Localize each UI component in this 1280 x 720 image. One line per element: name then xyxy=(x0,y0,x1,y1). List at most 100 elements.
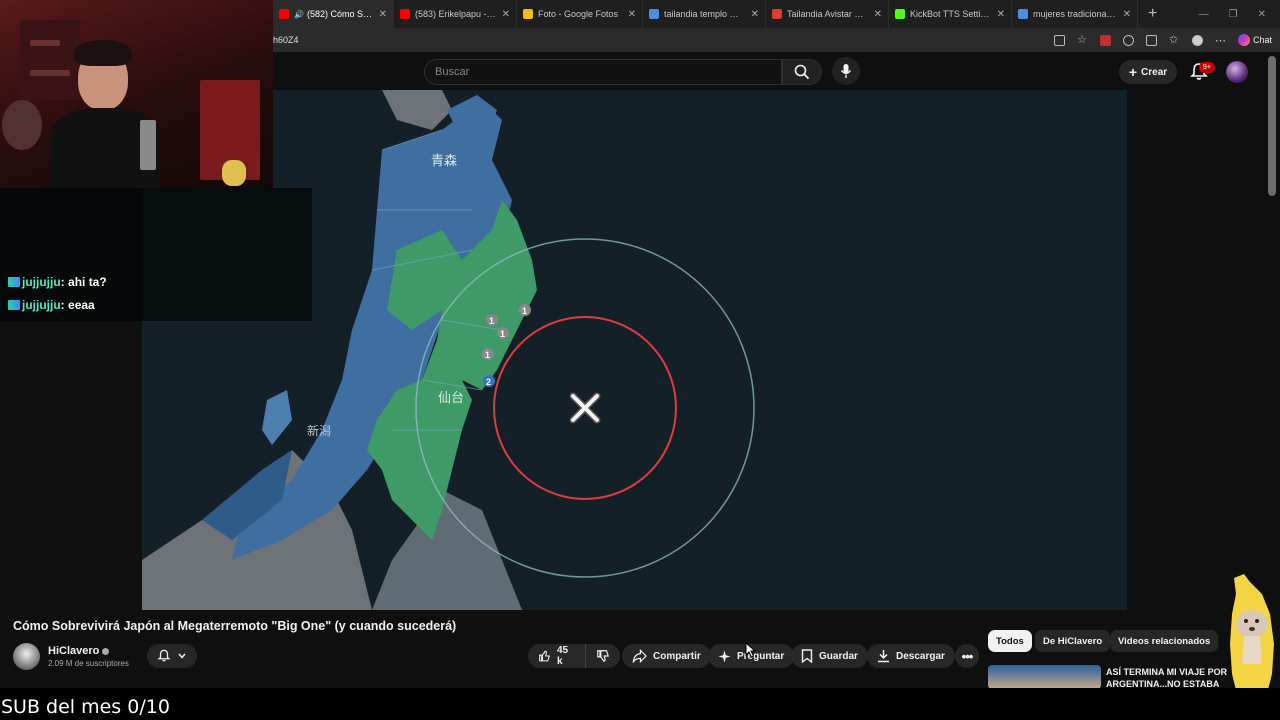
voice-search-button[interactable] xyxy=(832,57,860,85)
chat-username: jujjujju xyxy=(22,275,61,289)
tab-favicon-icon xyxy=(279,9,289,19)
tab-audio-icon[interactable]: 🔊 xyxy=(294,10,304,19)
minimize-icon[interactable]: — xyxy=(1199,9,1209,20)
thumbs-down-icon xyxy=(597,650,610,663)
chip-related[interactable]: Videos relacionados xyxy=(1110,630,1219,652)
url-text[interactable]: h60Z4 xyxy=(273,35,299,45)
notification-count-badge: 9+ xyxy=(1199,62,1215,73)
tab-close-icon[interactable]: ✕ xyxy=(751,9,759,20)
tab-favicon-icon xyxy=(649,9,659,19)
puzzle-icon[interactable] xyxy=(1145,34,1157,46)
address-bar[interactable]: h60Z4 ☆ ✩ ⋯ Chat xyxy=(273,28,1280,52)
chat-badge-icon xyxy=(8,277,20,287)
browser-tab[interactable]: KickBot TTS Settings ✕ xyxy=(889,0,1012,28)
tab-close-icon[interactable]: ✕ xyxy=(502,9,510,20)
thumbs-up-icon xyxy=(539,650,551,662)
refresh-extension-icon[interactable] xyxy=(1122,34,1134,46)
browser-tab[interactable]: tailandia templo monos ✕ xyxy=(643,0,766,28)
tab-title: Foto - Google Fotos xyxy=(538,9,619,19)
chevron-down-icon xyxy=(178,653,186,659)
tab-close-icon[interactable]: ✕ xyxy=(874,9,882,20)
screen: 青森 仙台 新潟 1 1 1 1 2 + — ❐ ✕ 🔊 (582) Cómo … xyxy=(0,0,1280,720)
like-count: 45 k xyxy=(556,645,569,667)
player-side-area xyxy=(1127,90,1270,610)
profile-icon[interactable] xyxy=(1191,34,1203,46)
bell-icon xyxy=(157,649,171,662)
tab-close-icon[interactable]: ✕ xyxy=(1123,9,1131,20)
stream-chat-overlay: jujjujju : ahi ta? jujjujju : eeaa xyxy=(0,188,312,321)
subscriber-count: 2.09 M de suscriptores xyxy=(48,659,129,668)
chip-all[interactable]: Todos xyxy=(988,630,1032,652)
recommended-thumbnail[interactable] xyxy=(988,665,1101,689)
bookmark-icon xyxy=(801,649,813,663)
like-button[interactable]: 45 k xyxy=(528,644,586,668)
create-label: Crear xyxy=(1141,66,1168,78)
extension-icon[interactable] xyxy=(1099,34,1111,46)
chat-badge-icon xyxy=(8,300,20,310)
tab-favicon-icon xyxy=(895,9,905,19)
plus-icon: + xyxy=(1128,64,1138,80)
menu-dots-icon[interactable]: ⋯ xyxy=(1215,34,1226,47)
chat-message: jujjujju : ahi ta? xyxy=(8,275,107,289)
share-button[interactable]: Compartir xyxy=(622,644,711,668)
svg-text:1: 1 xyxy=(500,329,505,339)
video-player[interactable]: 青森 仙台 新潟 1 1 1 1 2 xyxy=(142,90,1127,610)
tab-title: (583) Erikelpapu - YouTu xyxy=(415,9,496,19)
streamer-webcam xyxy=(0,0,273,188)
chat-text: eeaa xyxy=(68,298,95,312)
toolbar-icons: ☆ ✩ ⋯ Chat xyxy=(1053,34,1280,47)
svg-text:1: 1 xyxy=(522,306,527,316)
search-button[interactable] xyxy=(782,59,822,85)
tab-favicon-icon xyxy=(400,9,410,19)
tab-close-icon[interactable]: ✕ xyxy=(379,9,387,20)
subscription-bell-button[interactable] xyxy=(147,644,197,668)
download-button[interactable]: Descargar xyxy=(867,644,955,668)
video-title: Cómo Sobrevivirá Japón al Megaterremoto … xyxy=(13,619,457,633)
chat-username: jujjujju xyxy=(22,298,61,312)
channel-name-text[interactable]: HiClavero xyxy=(48,645,99,657)
browser-tab[interactable]: mujeres tradicionales d ✕ xyxy=(1012,0,1138,28)
tab-title: mujeres tradicionales d xyxy=(1033,9,1117,19)
browser-tab-strip: + — ❐ ✕ 🔊(582) Cómo Sobrevi✕(583) Erikel… xyxy=(273,0,1280,28)
recommended-title[interactable]: ASÍ TERMINA MI VIAJE POR ARGENTINA...NO … xyxy=(1106,666,1236,690)
save-button[interactable]: Guardar xyxy=(791,644,868,668)
sub-goal-text: SUB del mes 0/10 xyxy=(1,696,170,718)
svg-text:2: 2 xyxy=(486,377,491,387)
svg-text:1: 1 xyxy=(489,316,494,326)
tab-title: Tailandia Avistar delfines xyxy=(787,9,868,19)
dislike-button[interactable] xyxy=(586,644,620,668)
tab-favicon-icon xyxy=(772,9,782,19)
tab-title: tailandia templo monos xyxy=(664,9,745,19)
search-icon xyxy=(794,64,810,80)
create-button[interactable]: + Crear xyxy=(1119,60,1177,84)
search-input[interactable]: Buscar xyxy=(424,59,782,85)
chip-from-channel[interactable]: De HiClavero xyxy=(1035,630,1111,652)
verified-icon xyxy=(102,647,110,655)
search-placeholder: Buscar xyxy=(435,66,470,78)
tab-close-icon[interactable]: ✕ xyxy=(997,9,1005,20)
install-app-icon[interactable] xyxy=(1053,34,1065,46)
banana-cat-sticker xyxy=(1230,574,1274,698)
download-label: Descargar xyxy=(896,650,945,662)
restore-icon[interactable]: ❐ xyxy=(1229,9,1238,20)
tab-close-icon[interactable]: ✕ xyxy=(628,9,636,20)
tab-favicon-icon xyxy=(523,9,533,19)
more-actions-button[interactable]: ••• xyxy=(955,644,979,668)
browser-tab[interactable]: 🔊(582) Cómo Sobrevi ✕ xyxy=(273,0,394,28)
copilot-chat-button[interactable]: Chat xyxy=(1237,34,1272,46)
sparkle-icon xyxy=(718,649,731,663)
browser-tab[interactable]: (583) Erikelpapu - YouTu ✕ xyxy=(394,0,517,28)
close-window-icon[interactable]: ✕ xyxy=(1258,9,1266,20)
channel-avatar[interactable] xyxy=(13,643,40,670)
favorite-star-icon[interactable]: ☆ xyxy=(1077,34,1088,46)
chat-text: ahi ta? xyxy=(68,275,107,289)
new-tab-button[interactable]: + xyxy=(1138,5,1167,23)
browser-tab[interactable]: Foto - Google Fotos ✕ xyxy=(517,0,643,28)
favorites-icon[interactable]: ✩ xyxy=(1169,34,1180,46)
channel-name[interactable]: HiClavero xyxy=(48,645,110,657)
browser-tab[interactable]: Tailandia Avistar delfines ✕ xyxy=(766,0,889,28)
account-avatar[interactable] xyxy=(1226,61,1248,83)
page-scrollbar[interactable] xyxy=(1268,56,1276,196)
label-niigata: 新潟 xyxy=(307,423,331,438)
label-sendai: 仙台 xyxy=(438,391,464,406)
